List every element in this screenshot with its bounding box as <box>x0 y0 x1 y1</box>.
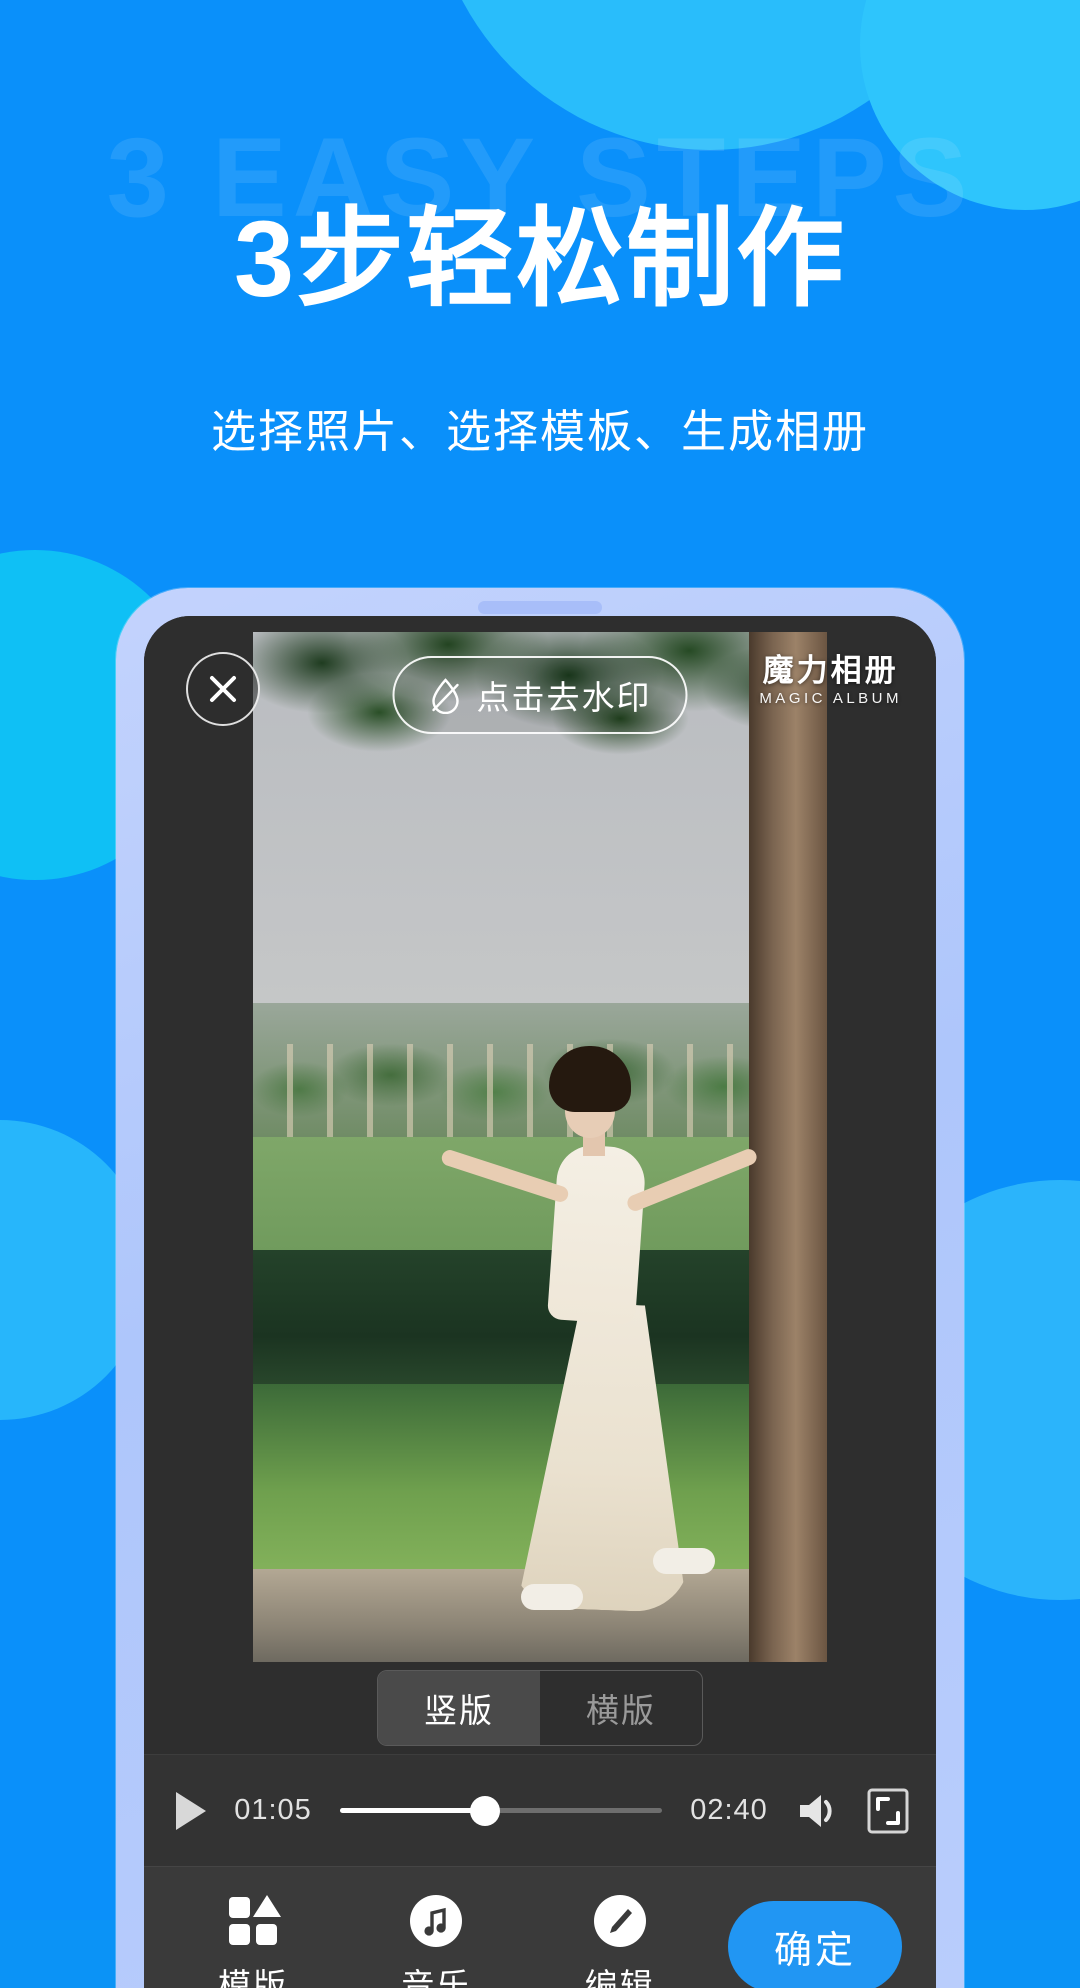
progress-slider[interactable] <box>340 1795 662 1826</box>
confirm-button[interactable]: 确定 <box>727 1901 902 1988</box>
photo-person-torso <box>546 1143 648 1325</box>
page-title: 3步轻松制作 <box>233 198 847 319</box>
phone-screen: 点击去水印 魔力相册 MAGIC ALBUM 竖版 横版 01:05 02:40 <box>144 616 936 1988</box>
hero-subtitle: 选择照片、选择模板、生成相册 <box>210 406 869 457</box>
photo-tree-trunk <box>749 632 827 1662</box>
bottom-toolbar: 模版 音乐 编辑 确定 <box>144 1866 936 1988</box>
close-button[interactable] <box>186 652 260 726</box>
edit-pencil-icon <box>593 1895 646 1947</box>
brand-logo-cn: 魔力相册 <box>762 653 899 688</box>
brand-logo: 魔力相册 MAGIC ALBUM <box>759 653 902 708</box>
orientation-option-landscape[interactable]: 横版 <box>540 1671 702 1745</box>
fullscreen-icon[interactable] <box>866 1787 910 1835</box>
toolbar-item-template-label: 模版 <box>218 1967 288 1988</box>
remove-watermark-button[interactable]: 点击去水印 <box>392 656 688 734</box>
video-preview[interactable] <box>253 632 827 1662</box>
progress-fill <box>340 1808 485 1813</box>
play-icon[interactable] <box>176 1791 206 1830</box>
photo-person-right-shoe <box>653 1548 715 1574</box>
toolbar-item-template[interactable]: 模版 <box>178 1893 328 1988</box>
phone-mockup: 点击去水印 魔力相册 MAGIC ALBUM 竖版 横版 01:05 02:40 <box>116 588 964 1988</box>
no-watermark-droplet-icon <box>432 678 459 714</box>
toolbar-item-music[interactable]: 音乐 <box>361 1893 511 1988</box>
progress-knob[interactable] <box>469 1795 500 1826</box>
orientation-option-portrait[interactable]: 竖版 <box>378 1671 540 1745</box>
phone-speaker <box>478 601 602 614</box>
current-time: 01:05 <box>234 1794 312 1826</box>
video-stage: 点击去水印 魔力相册 MAGIC ALBUM <box>144 616 936 1662</box>
toolbar-item-music-label: 音乐 <box>401 1967 472 1988</box>
total-time: 02:40 <box>690 1794 768 1826</box>
template-grid-icon <box>229 1895 281 1945</box>
close-icon <box>210 676 236 702</box>
volume-icon[interactable] <box>796 1790 844 1832</box>
brand-logo-en: MAGIC ALBUM <box>759 690 902 708</box>
orientation-segmented-control: 竖版 横版 <box>377 1670 703 1746</box>
toolbar-item-edit-label: 编辑 <box>584 1967 655 1988</box>
photo-fence-posts <box>253 1044 827 1147</box>
remove-watermark-label: 点击去水印 <box>476 679 652 716</box>
photo-hedge <box>253 1250 827 1395</box>
orientation-toggle: 竖版 横版 <box>144 1662 936 1754</box>
music-note-icon <box>410 1895 463 1947</box>
toolbar-item-edit[interactable]: 编辑 <box>545 1893 695 1988</box>
player-controls: 01:05 02:40 <box>144 1754 936 1866</box>
photo-person-left-shoe <box>521 1584 583 1610</box>
